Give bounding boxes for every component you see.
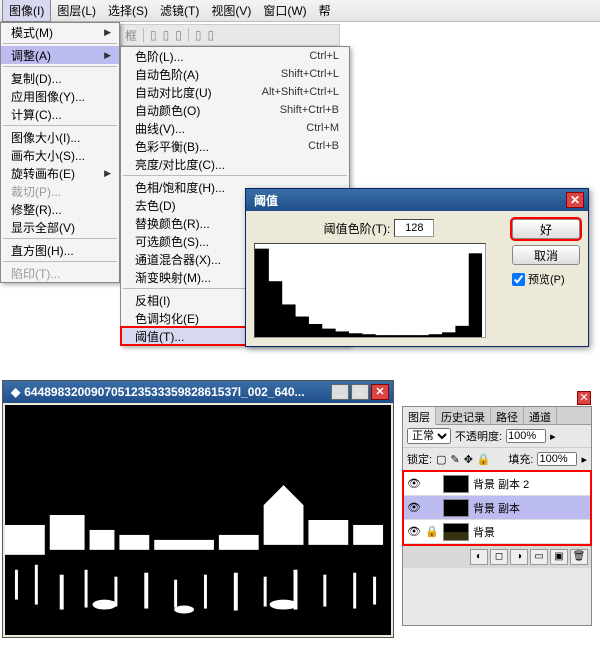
threshold-slider[interactable]: ▲ xyxy=(366,332,375,338)
image-window: ◆ 64489832009070512353335982861537l_002_6… xyxy=(2,380,394,638)
blend-mode-select[interactable]: 正常 xyxy=(407,428,451,444)
close-icon[interactable]: ✕ xyxy=(566,192,584,208)
toolbar-stub: 框 ▯▯▯▯▯ xyxy=(120,24,340,46)
menu-item[interactable]: 陷印(T)... xyxy=(1,264,119,282)
menu-item[interactable]: 模式(M)▶ xyxy=(1,23,119,41)
chevron-down-icon[interactable]: ▸ xyxy=(550,430,556,443)
menu-item[interactable]: 显示全部(V) xyxy=(1,218,119,236)
folder-icon[interactable]: ▭ xyxy=(530,549,548,565)
dialog-titlebar[interactable]: 阈值 ✕ xyxy=(246,189,588,211)
threshold-input[interactable] xyxy=(394,219,434,237)
fill-label: 填充: xyxy=(508,451,533,467)
chevron-down-icon[interactable]: ▸ xyxy=(581,453,587,466)
threshold-label: 阈值色阶(T): xyxy=(324,220,391,237)
lock-transparent-icon[interactable]: ▢ xyxy=(436,453,446,466)
lock-label: 锁定: xyxy=(407,451,432,467)
minimize-icon[interactable]: _ xyxy=(331,384,349,400)
adjustment-icon[interactable]: ◑ xyxy=(510,549,528,565)
tab-history[interactable]: 历史记录 xyxy=(436,407,491,424)
panel-bottom-toolbar: ◐ ◻ ◑ ▭ ▣ 🗑 xyxy=(403,545,591,568)
layer-name: 背景 xyxy=(473,524,495,540)
menubar: 图像(I) 图层(L) 选择(S) 滤镜(T) 视图(V) 窗口(W) 帮 xyxy=(0,0,600,22)
menu-item[interactable]: 曲线(V)...Ctrl+M xyxy=(121,119,349,137)
eye-icon[interactable]: 👁 xyxy=(407,525,421,538)
menu-select[interactable]: 选择(S) xyxy=(102,0,154,21)
layers-list: 👁 背景 副本 2 👁 背景 副本 👁 🔒 背景 xyxy=(403,471,591,545)
image-canvas[interactable] xyxy=(5,405,391,635)
menu-item[interactable]: 自动色阶(A)Shift+Ctrl+L xyxy=(121,65,349,83)
fx-icon[interactable]: ◐ xyxy=(470,549,488,565)
new-layer-icon[interactable]: ▣ xyxy=(550,549,568,565)
layer-row[interactable]: 👁 背景 副本 2 xyxy=(404,472,590,496)
lock-paint-icon[interactable]: ✎ xyxy=(450,453,459,466)
close-icon[interactable]: ✕ xyxy=(371,384,389,400)
menu-item[interactable]: 画布大小(S)... xyxy=(1,146,119,164)
dialog-title: 阈值 xyxy=(254,192,278,209)
opacity-label: 不透明度: xyxy=(455,428,502,444)
menu-item[interactable]: 直方图(H)... xyxy=(1,241,119,259)
menu-item[interactable]: 色阶(L)...Ctrl+L xyxy=(121,47,349,65)
menu-item[interactable]: 自动对比度(U)Alt+Shift+Ctrl+L xyxy=(121,83,349,101)
menu-item[interactable]: 复制(D)... xyxy=(1,69,119,87)
tab-channels[interactable]: 通道 xyxy=(524,407,557,424)
menu-item[interactable]: 图像大小(I)... xyxy=(1,128,119,146)
trash-icon[interactable]: 🗑 xyxy=(570,549,588,565)
close-icon[interactable]: ✕ xyxy=(577,391,591,405)
link-icon[interactable]: 🔒 xyxy=(425,525,439,538)
layer-thumb xyxy=(443,499,469,517)
menu-item[interactable]: 旋转画布(E)▶ xyxy=(1,164,119,182)
layer-name: 背景 副本 2 xyxy=(473,476,529,492)
menu-filter[interactable]: 滤镜(T) xyxy=(154,0,205,21)
menu-item[interactable]: 调整(A)▶ xyxy=(1,46,119,64)
layer-row[interactable]: 👁 背景 副本 xyxy=(404,496,590,520)
mask-icon[interactable]: ◻ xyxy=(490,549,508,565)
menu-window[interactable]: 窗口(W) xyxy=(257,0,312,21)
cancel-button[interactable]: 取消 xyxy=(512,245,580,265)
layers-panel: ✕ 图层 历史记录 路径 通道 正常 不透明度: ▸ 锁定: ▢ ✎ ✥ 🔒 填… xyxy=(402,406,592,626)
menu-layer[interactable]: 图层(L) xyxy=(51,0,102,21)
layer-thumb xyxy=(443,523,469,541)
opacity-input[interactable] xyxy=(506,429,546,443)
menu-item[interactable]: 应用图像(Y)... xyxy=(1,87,119,105)
image-menu: 模式(M)▶ 调整(A)▶ 复制(D)...应用图像(Y)...计算(C)... 图像… xyxy=(0,22,120,283)
panel-tabs: 图层 历史记录 路径 通道 xyxy=(403,407,591,425)
lock-move-icon[interactable]: ✥ xyxy=(464,453,473,466)
maximize-icon[interactable]: □ xyxy=(351,384,369,400)
menu-item[interactable]: 计算(C)... xyxy=(1,105,119,123)
toolbar-label: 框 xyxy=(125,27,137,44)
app-icon: ◆ xyxy=(11,385,20,399)
menu-image[interactable]: 图像(I) xyxy=(2,0,51,22)
layer-thumb xyxy=(443,475,469,493)
menu-item[interactable]: 自动颜色(O)Shift+Ctrl+B xyxy=(121,101,349,119)
menu-item[interactable]: 修整(R)... xyxy=(1,200,119,218)
eye-icon[interactable]: 👁 xyxy=(407,477,421,490)
preview-checkbox-input[interactable] xyxy=(512,273,525,286)
menu-item[interactable]: 亮度/对比度(C)... xyxy=(121,155,349,173)
image-window-title: 64489832009070512353335982861537l_002_64… xyxy=(24,385,304,399)
layer-name: 背景 副本 xyxy=(473,500,520,516)
image-window-titlebar[interactable]: ◆ 64489832009070512353335982861537l_002_6… xyxy=(3,381,393,403)
menu-item[interactable]: 色彩平衡(B)...Ctrl+B xyxy=(121,137,349,155)
preview-checkbox[interactable]: 预览(P) xyxy=(512,271,580,287)
menu-view[interactable]: 视图(V) xyxy=(205,0,257,21)
tab-paths[interactable]: 路径 xyxy=(491,407,524,424)
layer-row[interactable]: 👁 🔒 背景 xyxy=(404,520,590,544)
eye-icon[interactable]: 👁 xyxy=(407,501,421,514)
menu-item[interactable]: 裁切(P)... xyxy=(1,182,119,200)
histogram[interactable]: ▲ xyxy=(254,243,486,338)
fill-input[interactable] xyxy=(537,452,577,466)
menu-help[interactable]: 帮 xyxy=(313,0,337,21)
lock-all-icon[interactable]: 🔒 xyxy=(477,453,491,466)
tab-layers[interactable]: 图层 xyxy=(403,407,436,425)
ok-button[interactable]: 好 xyxy=(512,219,580,239)
threshold-dialog: 阈值 ✕ 阈值色阶(T): ▲ 好 取消 预览(P) xyxy=(245,188,589,347)
